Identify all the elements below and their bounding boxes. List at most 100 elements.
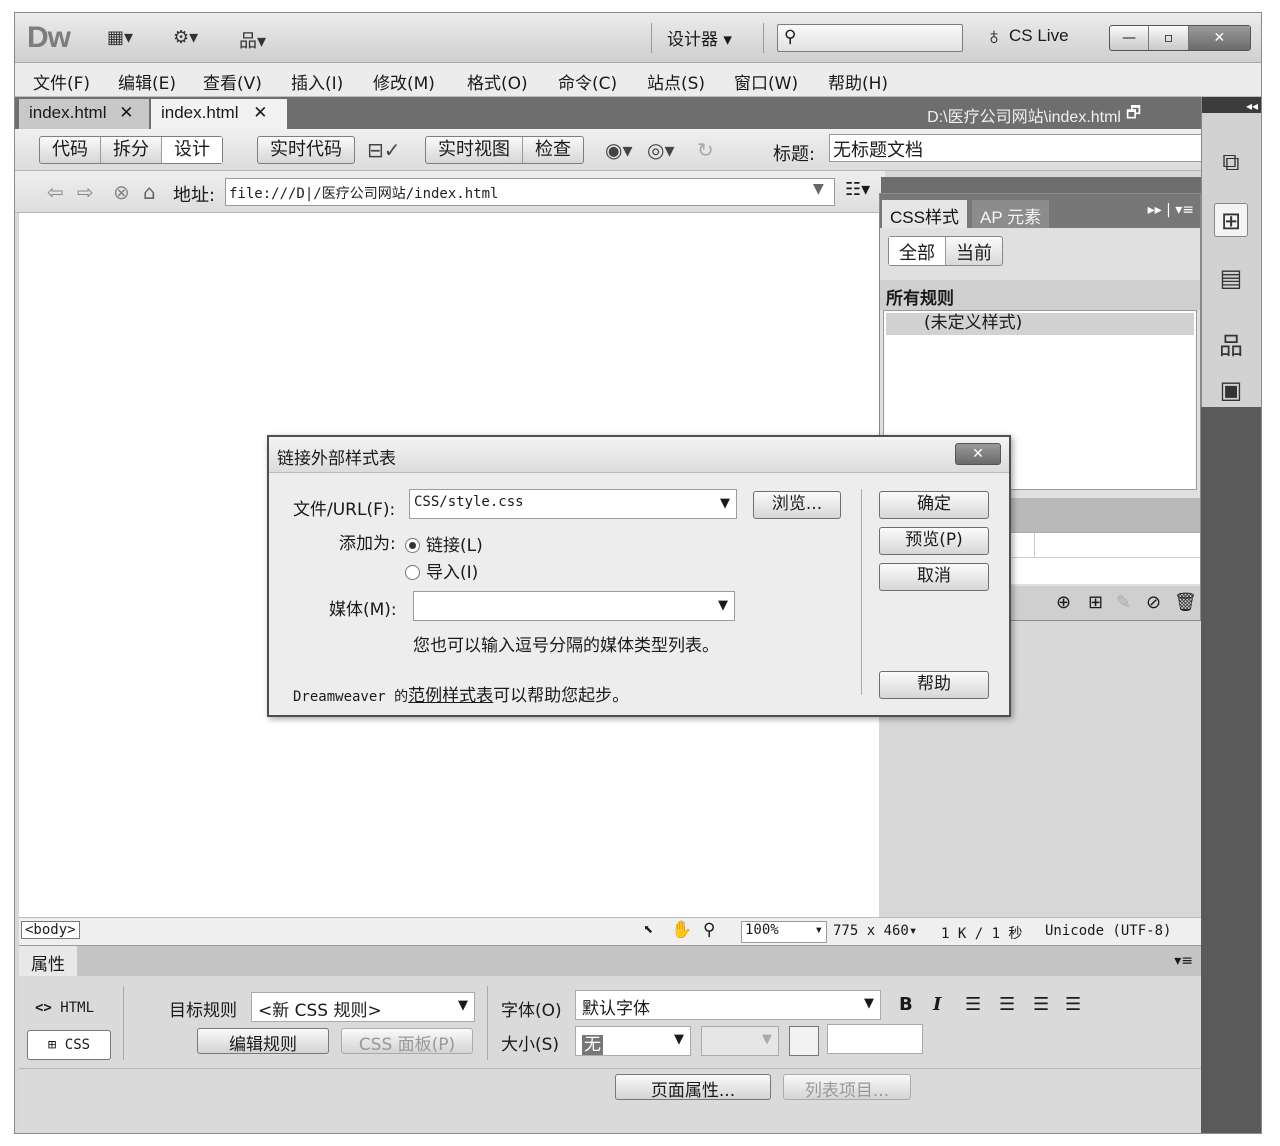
- align-left-icon[interactable]: ☰: [965, 994, 981, 1015]
- css-panel-button[interactable]: CSS 面板(P): [341, 1028, 473, 1055]
- rule-item[interactable]: (未定义样式): [886, 313, 1194, 335]
- justify-icon[interactable]: ☰: [1065, 994, 1081, 1015]
- menu-edit[interactable]: 编辑(E): [118, 69, 176, 94]
- list-item-button[interactable]: 列表项目...: [783, 1074, 911, 1101]
- minimize-button[interactable]: —: [1110, 26, 1150, 50]
- media-input[interactable]: ▼: [413, 591, 735, 621]
- color-swatch[interactable]: [789, 1026, 819, 1056]
- zoom-select[interactable]: 100% ▾: [741, 921, 827, 943]
- hand-tool-icon[interactable]: ✋: [671, 920, 692, 940]
- live-view-group: 实时视图 检查: [425, 136, 584, 164]
- file-url-input[interactable]: CSS/style.css ▼: [409, 489, 737, 519]
- pointer-tool-icon[interactable]: ⬉: [643, 920, 653, 940]
- size-select[interactable]: 无 ▼: [575, 1026, 691, 1056]
- live-view-button[interactable]: 实时视图: [426, 137, 523, 163]
- ok-button[interactable]: 确定: [879, 491, 989, 519]
- menu-bar: 文件(F) 编辑(E) 查看(V) 插入(I) 修改(M) 格式(O) 命令(C…: [15, 63, 1261, 97]
- workspace-label: 设计器: [667, 30, 718, 50]
- site-icon[interactable]: 品▾: [239, 27, 266, 53]
- align-center-icon[interactable]: ☰: [999, 994, 1015, 1015]
- layout-icon[interactable]: ▦▾: [107, 27, 133, 48]
- html-mode-button[interactable]: <> HTML: [35, 1000, 94, 1016]
- menu-commands[interactable]: 命令(C): [558, 69, 617, 94]
- search-input[interactable]: ⚲: [777, 24, 963, 52]
- browse-button[interactable]: 浏览...: [753, 491, 841, 519]
- panel-options-icon[interactable]: ▸▸ | ▾≡: [1148, 202, 1194, 218]
- disable-property-icon[interactable]: ⊘: [1146, 592, 1161, 613]
- tab-ap-elements[interactable]: AP 元素: [972, 200, 1050, 228]
- maximize-button[interactable]: ▫: [1149, 26, 1189, 50]
- new-css-rule-icon[interactable]: ⊞: [1088, 592, 1103, 613]
- font-select[interactable]: 默认字体 ▼: [575, 990, 881, 1020]
- mode-current-button[interactable]: 当前: [946, 237, 1002, 265]
- tab-index-2[interactable]: index.html ✕: [151, 99, 287, 129]
- design-view-button[interactable]: 设计: [162, 137, 222, 163]
- restore-icon[interactable]: 🗗: [1126, 102, 1141, 129]
- workspace-switcher[interactable]: 设计器 ▾: [667, 25, 732, 50]
- color-input[interactable]: [827, 1024, 923, 1054]
- dialog-close-button[interactable]: ✕: [955, 443, 1001, 465]
- tab-index-1[interactable]: index.html ✕: [19, 99, 149, 129]
- radio-link[interactable]: 链接(L): [405, 531, 483, 556]
- browse-options-icon[interactable]: ☷▾: [845, 179, 870, 200]
- doc-title-input[interactable]: 无标题文档: [829, 134, 1203, 162]
- menu-insert[interactable]: 插入(I): [291, 69, 343, 94]
- menu-view[interactable]: 查看(V): [203, 69, 262, 94]
- inspect-button[interactable]: 检查: [523, 137, 583, 163]
- target-rule-select[interactable]: <新 CSS 规则> ▼: [251, 992, 475, 1022]
- edit-rule-button[interactable]: 编辑规则: [197, 1028, 329, 1055]
- menu-site[interactable]: 站点(S): [647, 69, 705, 94]
- stop-icon[interactable]: ⊗: [113, 180, 130, 204]
- insert-panel-icon[interactable]: ⧉: [1214, 145, 1248, 179]
- cs-live-button[interactable]: ♁ CS Live: [985, 23, 1069, 51]
- tag-selector[interactable]: <body>: [21, 921, 80, 939]
- live-code-button[interactable]: 实时代码: [258, 137, 354, 163]
- help-button[interactable]: 帮助: [879, 671, 989, 699]
- forward-icon[interactable]: ⇨: [77, 180, 94, 204]
- delete-rule-icon[interactable]: 🗑: [1174, 592, 1197, 613]
- collapse-icon[interactable]: ◂◂: [1246, 99, 1258, 113]
- address-input[interactable]: file:///D|/医疗公司网站/index.html: [225, 178, 835, 206]
- cancel-button[interactable]: 取消: [879, 563, 989, 591]
- gear-icon[interactable]: ⚙▾: [173, 27, 198, 48]
- split-view-button[interactable]: 拆分: [101, 137, 162, 163]
- menu-help[interactable]: 帮助(H): [828, 69, 888, 94]
- radio-import[interactable]: 导入(I): [405, 558, 478, 583]
- properties-menu-icon[interactable]: ▾≡: [1174, 953, 1193, 969]
- zoom-tool-icon[interactable]: ⚲: [703, 920, 715, 940]
- italic-button[interactable]: I: [933, 994, 941, 1015]
- back-icon[interactable]: ⇦: [47, 180, 64, 204]
- page-properties-button[interactable]: 页面属性...: [615, 1074, 771, 1101]
- tab-close-icon[interactable]: ✕: [119, 103, 133, 122]
- visual-aids-icon[interactable]: ◎▾: [647, 138, 675, 162]
- refresh-icon[interactable]: ↻: [697, 138, 714, 162]
- size-unit-select[interactable]: ▼: [701, 1026, 779, 1056]
- bold-button[interactable]: B: [899, 994, 913, 1015]
- close-window-button[interactable]: ✕: [1188, 26, 1250, 50]
- menu-modify[interactable]: 修改(M): [373, 69, 435, 94]
- attach-style-sheet-icon[interactable]: ⊕: [1056, 592, 1071, 613]
- css-mode-button[interactable]: ⊞ CSS: [27, 1030, 111, 1060]
- browser-preview-icon[interactable]: ◉▾: [605, 138, 633, 162]
- menu-format[interactable]: 格式(O): [467, 69, 528, 94]
- preview-button[interactable]: 预览(P): [879, 527, 989, 555]
- sample-stylesheets-link[interactable]: 范例样式表: [408, 686, 493, 706]
- address-dropdown-icon[interactable]: ▼: [813, 181, 824, 197]
- menu-window[interactable]: 窗口(W): [734, 69, 798, 94]
- code-view-button[interactable]: 代码: [40, 137, 101, 163]
- home-icon[interactable]: ⌂: [143, 180, 156, 204]
- code-nav-icon[interactable]: ⊟✓: [367, 138, 401, 162]
- files-icon[interactable]: 品: [1214, 329, 1248, 363]
- mode-all-button[interactable]: 全部: [889, 237, 946, 265]
- menu-file[interactable]: 文件(F): [33, 69, 90, 94]
- edit-style-icon[interactable]: ✎: [1116, 592, 1131, 613]
- tab-css-styles[interactable]: CSS样式: [882, 200, 967, 228]
- assets-icon[interactable]: ▣: [1214, 373, 1248, 407]
- tab-close-icon[interactable]: ✕: [253, 103, 267, 122]
- window-size[interactable]: 775 x 460▾: [833, 923, 917, 939]
- ap-elements-icon[interactable]: ▤: [1214, 261, 1248, 295]
- dw-logo: Dw: [27, 21, 71, 54]
- css-panel-icon[interactable]: ⊞: [1214, 203, 1248, 237]
- align-right-icon[interactable]: ☰: [1033, 994, 1049, 1015]
- address-label: 地址:: [173, 185, 216, 206]
